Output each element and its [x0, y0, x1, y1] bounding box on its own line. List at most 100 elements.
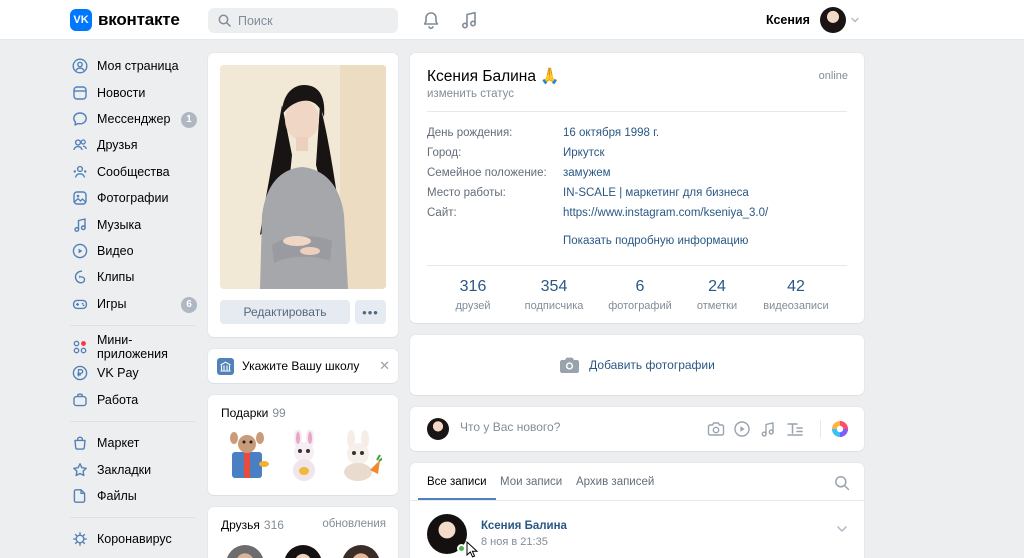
more-actions-button[interactable]: •••	[355, 300, 386, 324]
sidebar-item-work[interactable]: Работа	[70, 387, 200, 413]
tab-all-posts[interactable]: Все записи	[427, 476, 487, 488]
info-value[interactable]: https://www.instagram.com/kseniya_3.0/	[563, 207, 768, 223]
sidebar-item-vk-pay[interactable]: VK Pay	[70, 360, 200, 386]
sidebar-item-video[interactable]: Видео	[70, 238, 200, 264]
sidebar-item-label: Мессенджер	[97, 111, 171, 126]
sidebar-item-label: Закладки	[97, 462, 152, 477]
sidebar-item-communities[interactable]: Сообщества	[70, 159, 200, 185]
gift-box-icon[interactable]	[224, 430, 272, 482]
sidebar-item-label: Моя страница	[97, 59, 179, 74]
online-indicator	[457, 544, 466, 553]
gifts-title[interactable]: Подарки 99	[221, 406, 286, 420]
music-note-icon[interactable]	[459, 10, 479, 30]
info-label: Город:	[427, 147, 462, 159]
sidebar-item-label: Видео	[97, 243, 134, 258]
post-date[interactable]: 8 ноя в 21:35	[481, 536, 548, 548]
sidebar-item-label: Мини-приложения	[97, 333, 168, 362]
bunny-gift-icon[interactable]	[280, 430, 328, 482]
search-input[interactable]	[238, 13, 388, 28]
info-value[interactable]: 16 октября 1998 г.	[563, 127, 659, 143]
friend-avatar[interactable]	[284, 545, 322, 558]
left-sidebar: Моя страница Новости Мессенджер 1 Друзья…	[70, 53, 200, 553]
tab-archive[interactable]: Архив записей	[576, 476, 654, 488]
profile-photo-card: Редактировать •••	[208, 53, 398, 337]
header-user-name: Ксения	[766, 13, 810, 27]
info-label: Место работы:	[427, 187, 506, 199]
search-box[interactable]	[208, 8, 398, 33]
video-icon[interactable]	[733, 420, 751, 438]
mouse-cursor-icon	[466, 541, 479, 558]
top-bar: VK вконтакте Ксения	[0, 0, 1024, 40]
online-status: online	[818, 70, 848, 82]
vk-logo[interactable]: VK вконтакте	[70, 9, 180, 31]
info-value[interactable]: замужем	[563, 167, 611, 183]
counter-value: 42	[787, 278, 805, 295]
sidebar-item-my-page[interactable]: Моя страница	[70, 53, 200, 79]
sidebar-item-files[interactable]: Файлы	[70, 483, 200, 509]
sidebar-item-photos[interactable]: Фотографии	[70, 185, 200, 211]
friends-updates-link[interactable]: обновления	[322, 518, 386, 530]
tab-my-posts[interactable]: Мои записи	[500, 476, 562, 488]
sidebar-item-label: Музыка	[97, 217, 142, 232]
bunny-carrot-gift-icon[interactable]	[334, 430, 382, 482]
change-status-link[interactable]: изменить статус	[427, 88, 514, 100]
camera-icon[interactable]	[707, 420, 725, 438]
counter-videos[interactable]: 42 видеозаписи	[751, 278, 841, 312]
logo-text: вконтакте	[98, 10, 180, 29]
color-wheel-icon[interactable]	[831, 420, 849, 438]
info-value[interactable]: IN-SCALE | маркетинг для бизнеса	[563, 187, 749, 203]
info-value[interactable]: Иркутск	[563, 147, 605, 163]
article-icon[interactable]	[786, 420, 804, 438]
info-label: День рождения:	[427, 127, 513, 139]
counter-photos[interactable]: 6 фотографий	[597, 278, 683, 312]
friend-avatar[interactable]	[226, 545, 264, 558]
chevron-down-icon[interactable]	[836, 523, 848, 535]
counter-value: 24	[708, 278, 726, 295]
sidebar-item-messenger[interactable]: Мессенджер 1	[70, 106, 200, 132]
sidebar-item-label: Друзья	[97, 138, 138, 153]
user-menu[interactable]: Ксения	[766, 7, 860, 33]
sidebar-item-clips[interactable]: Клипы	[70, 264, 200, 290]
friends-title[interactable]: Друзья 316	[221, 518, 284, 532]
friend-avatar[interactable]	[342, 545, 380, 558]
edit-profile-button[interactable]: Редактировать	[220, 300, 350, 324]
gifts-card[interactable]: Подарки 99	[208, 395, 398, 495]
chat-bubble-icon	[73, 112, 87, 126]
counter-followers[interactable]: 354 подписчика	[511, 278, 597, 312]
friends-card[interactable]: Друзья 316 обновления	[208, 507, 398, 558]
new-post-input[interactable]	[460, 420, 660, 434]
search-icon[interactable]	[834, 475, 850, 491]
star-icon	[73, 462, 87, 476]
bell-icon[interactable]	[421, 10, 441, 30]
sidebar-item-friends[interactable]: Друзья	[70, 132, 200, 158]
friends-count: 316	[263, 518, 284, 532]
sidebar-item-coronavirus[interactable]: Коронавирус	[70, 526, 200, 552]
profile-counters: 316 друзей 354 подписчика 6 фотографий 24 от…	[435, 278, 841, 312]
close-icon[interactable]: ✕	[379, 358, 390, 374]
music-note-icon[interactable]	[759, 420, 777, 438]
add-photos-card[interactable]: Добавить фотографии	[410, 335, 864, 395]
school-building-icon	[217, 357, 234, 375]
sidebar-item-bookmarks[interactable]: Закладки	[70, 456, 200, 482]
post-author-name[interactable]: Ксения Балина	[481, 520, 567, 532]
sidebar-item-label: Клипы	[97, 270, 135, 285]
shopping-bag-icon	[74, 436, 86, 451]
sidebar-item-mini-apps[interactable]: Мини-приложения	[70, 333, 200, 362]
info-label: Семейное положение:	[427, 167, 547, 179]
counter-friends[interactable]: 316 друзей	[435, 278, 511, 312]
sidebar-item-games[interactable]: Игры 6	[70, 291, 200, 317]
play-circle-icon	[72, 243, 88, 259]
sidebar-item-music[interactable]: Музыка	[70, 211, 200, 237]
sidebar-item-news[interactable]: Новости	[70, 79, 200, 105]
sidebar-item-label: Маркет	[97, 436, 140, 451]
school-prompt-card[interactable]: Укажите Вашу школу ✕	[208, 349, 398, 383]
active-tab-indicator	[418, 498, 496, 500]
profile-photo[interactable]	[220, 65, 386, 289]
friends-title-text: Друзья	[221, 518, 260, 532]
counter-tags[interactable]: 24 отметки	[683, 278, 751, 312]
user-circle-icon	[72, 58, 88, 74]
info-row-birthday: День рождения: 16 октября 1998 г.	[427, 127, 659, 143]
file-icon	[73, 489, 86, 503]
show-more-info-link[interactable]: Показать подробную информацию	[563, 235, 748, 247]
sidebar-item-market[interactable]: Маркет	[70, 430, 200, 456]
